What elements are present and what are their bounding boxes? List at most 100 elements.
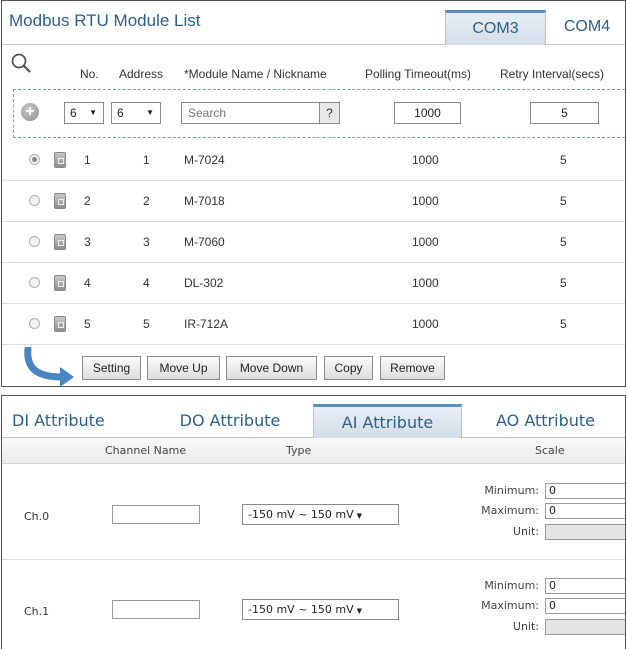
triangle-down-icon: ▼ — [146, 108, 154, 117]
row-retry-interval: 5 — [560, 235, 567, 249]
retry-interval-input[interactable] — [530, 102, 599, 124]
triangle-down-icon: ▼ — [89, 108, 97, 117]
channel-type-select[interactable]: -150 mV ~ 150 mV ▼ — [242, 504, 399, 525]
row-module-name: IR-712A — [184, 317, 229, 331]
module-icon — [54, 152, 66, 168]
column-header-address: Address — [119, 67, 164, 81]
action-bar: Setting Move Up Move Down Copy Remove — [2, 347, 625, 386]
no-select-value: 6 — [70, 106, 77, 120]
unit-label: Unit: — [512, 620, 539, 633]
table-row[interactable]: 1 1 M-7024 1000 5 — [2, 140, 625, 181]
address-select[interactable]: 6 ▼ — [111, 102, 161, 124]
row-module-name: DL-302 — [184, 276, 224, 290]
row-address: 5 — [143, 317, 150, 331]
column-header-type: Type — [286, 444, 312, 457]
setting-button[interactable]: Setting — [82, 356, 141, 380]
minimum-label: Minimum: — [484, 579, 539, 592]
module-table-body: 1 1 M-7024 1000 5 2 2 M-7018 1000 5 3 3 … — [2, 140, 625, 345]
row-select-radio[interactable] — [29, 277, 40, 288]
row-select-radio[interactable] — [29, 236, 40, 247]
magnifier-icon[interactable] — [10, 52, 32, 74]
channel-row: Ch.1 -150 mV ~ 150 mV ▼ Minimum: 0 Maximu… — [2, 561, 625, 649]
module-icon — [54, 275, 66, 291]
row-no: 5 — [84, 317, 91, 331]
minimum-label: Minimum: — [484, 484, 539, 497]
tab-di-attribute[interactable]: DI Attribute — [2, 404, 138, 438]
channel-row: Ch.0 -150 mV ~ 150 mV ▼ Minimum: 0 Maximu… — [2, 466, 625, 560]
attribute-tabs: DI Attribute DO Attribute AI Attribute A… — [2, 396, 625, 438]
row-no: 1 — [84, 153, 91, 167]
polling-timeout-input[interactable] — [394, 102, 461, 124]
module-icon — [54, 316, 66, 332]
minimum-input[interactable]: 0 — [545, 483, 625, 499]
channel-name-input[interactable] — [112, 505, 200, 524]
row-retry-interval: 5 — [560, 276, 567, 290]
attribute-panel: DI Attribute DO Attribute AI Attribute A… — [1, 395, 626, 649]
row-polling-timeout: 1000 — [412, 317, 439, 331]
tab-com3[interactable]: COM3 — [445, 10, 546, 45]
maximum-label: Maximum: — [481, 504, 539, 517]
module-search-input[interactable] — [181, 102, 319, 124]
module-icon — [54, 234, 66, 250]
tab-ai-attribute[interactable]: AI Attribute — [313, 404, 462, 438]
column-header-retry-interval: Retry Interval(secs) — [500, 67, 605, 81]
table-row[interactable]: 3 3 M-7060 1000 5 — [2, 222, 625, 263]
table-row[interactable]: 4 4 DL-302 1000 5 — [2, 263, 625, 304]
maximum-input[interactable]: 0 — [545, 598, 625, 614]
column-header-polling-timeout: Polling Timeout(ms) — [365, 67, 472, 81]
row-select-radio[interactable] — [29, 154, 40, 165]
minimum-input[interactable]: 0 — [545, 578, 625, 594]
triangle-down-icon: ▼ — [356, 512, 363, 520]
row-polling-timeout: 1000 — [412, 194, 439, 208]
row-address: 1 — [143, 153, 150, 167]
tab-ao-attribute[interactable]: AO Attribute — [468, 404, 623, 438]
help-button[interactable]: ? — [319, 102, 340, 124]
no-select[interactable]: 6 ▼ — [64, 102, 104, 124]
table-row[interactable]: 5 5 IR-712A 1000 5 — [2, 304, 625, 345]
row-select-radio[interactable] — [29, 318, 40, 329]
add-module-row: + 6 ▼ 6 ▼ ? — [13, 89, 625, 138]
maximum-input[interactable]: 0 — [545, 503, 625, 519]
channel-name-input[interactable] — [112, 600, 200, 619]
tab-com4[interactable]: COM4 — [547, 10, 625, 45]
curved-arrow-icon — [24, 347, 74, 386]
row-no: 4 — [84, 276, 91, 290]
unit-input[interactable] — [545, 524, 625, 540]
row-retry-interval: 5 — [560, 194, 567, 208]
copy-button[interactable]: Copy — [324, 356, 373, 380]
move-down-button[interactable]: Move Down — [226, 356, 317, 380]
row-select-radio[interactable] — [29, 195, 40, 206]
channel-type-value: -150 mV ~ 150 mV — [248, 603, 354, 616]
row-no: 2 — [84, 194, 91, 208]
row-no: 3 — [84, 235, 91, 249]
table-row[interactable]: 2 2 M-7018 1000 5 — [2, 181, 625, 222]
row-address: 3 — [143, 235, 150, 249]
plus-circle-icon[interactable]: + — [21, 103, 39, 121]
row-retry-interval: 5 — [560, 153, 567, 167]
row-module-name: M-7060 — [184, 235, 225, 249]
unit-label: Unit: — [512, 525, 539, 538]
row-polling-timeout: 1000 — [412, 235, 439, 249]
address-select-value: 6 — [117, 106, 124, 120]
module-table-header: No. Address *Module Name / Nickname Poll… — [2, 45, 625, 81]
row-polling-timeout: 1000 — [412, 276, 439, 290]
tab-do-attribute[interactable]: DO Attribute — [162, 404, 298, 438]
triangle-down-icon: ▼ — [356, 607, 363, 615]
row-address: 4 — [143, 276, 150, 290]
row-polling-timeout: 1000 — [412, 153, 439, 167]
row-module-name: M-7018 — [184, 194, 225, 208]
column-header-scale: Scale — [535, 444, 565, 457]
channel-table-header: Channel Name Type Scale — [2, 438, 625, 464]
move-up-button[interactable]: Move Up — [147, 356, 220, 380]
row-retry-interval: 5 — [560, 317, 567, 331]
channel-type-select[interactable]: -150 mV ~ 150 mV ▼ — [242, 599, 399, 620]
row-module-name: M-7024 — [184, 153, 225, 167]
module-list-panel: Modbus RTU Module List COM3 COM4 No. Add… — [1, 0, 626, 387]
column-header-no: No. — [80, 67, 99, 81]
module-icon — [54, 193, 66, 209]
module-list-title: Modbus RTU Module List — [9, 11, 201, 30]
channel-label: Ch.0 — [24, 510, 50, 523]
remove-button[interactable]: Remove — [380, 356, 445, 380]
column-header-module-name: *Module Name / Nickname — [184, 67, 327, 81]
unit-input[interactable] — [545, 619, 625, 635]
